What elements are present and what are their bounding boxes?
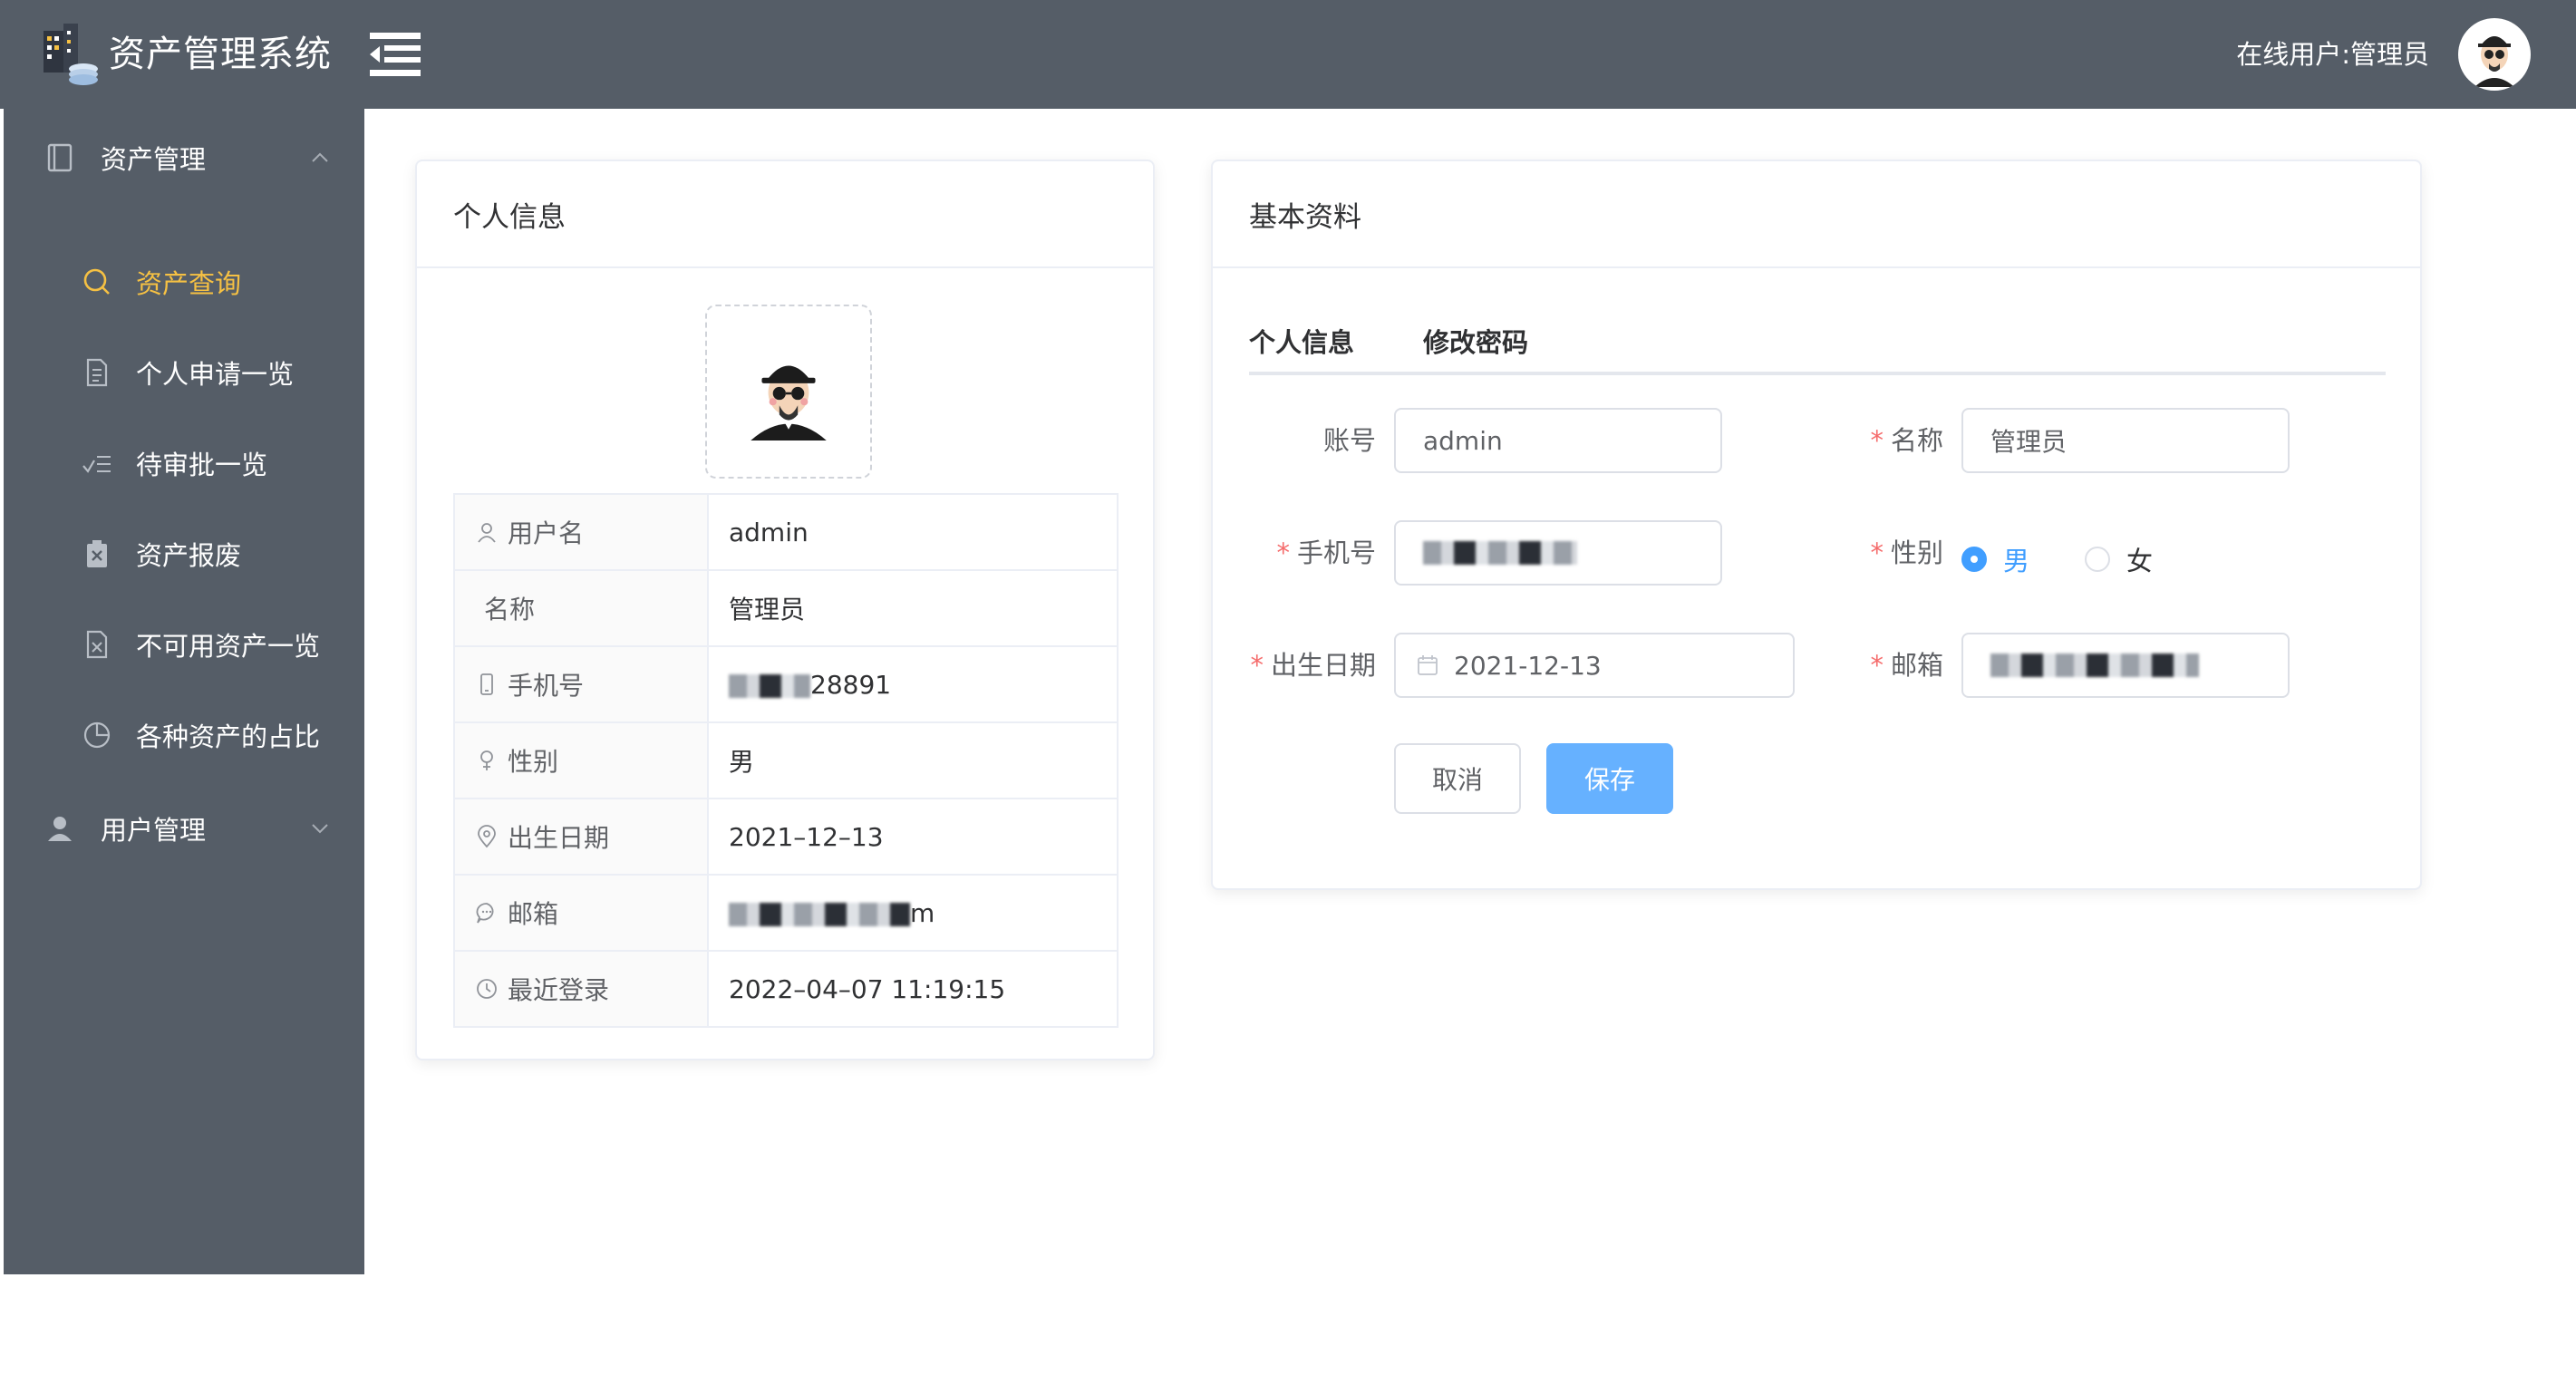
phone-label: * 手机号 — [1276, 537, 1376, 568]
table-row: 用户名 admin — [453, 493, 1119, 571]
top-header: 资产管理系统 在线用户:管理员 — [0, 0, 2576, 109]
basic-card-title: 基本资料 — [1213, 161, 2420, 268]
chevron-down-icon — [312, 824, 328, 834]
disabled-doc-icon — [86, 630, 108, 659]
profile-card: 个人信息 用户名 admin 名称 管理员 手机号 28891 性别 男 出生日… — [415, 160, 1155, 1060]
document-icon — [86, 358, 108, 387]
row-value: m — [707, 874, 1119, 952]
account-label: 账号 — [1322, 425, 1376, 456]
pie-chart-icon — [83, 721, 111, 749]
phone-icon — [480, 673, 493, 695]
sidebar-group-label: 资产管理 — [101, 144, 207, 175]
discard-icon — [87, 540, 107, 567]
table-row: 手机号 28891 — [453, 645, 1119, 723]
book-icon — [47, 143, 73, 172]
sidebar: 资产管理 资产查询 个人申请一览 待审批一览 资产报废 不可用资产一览 各种资产… — [4, 109, 364, 1274]
chevron-up-icon — [312, 152, 328, 162]
gender-label: * 性别 — [1870, 537, 1943, 568]
sidebar-item-label: 不可用资产一览 — [136, 631, 321, 662]
gender-radio-male[interactable]: 男 — [1961, 540, 2029, 578]
app-title: 资产管理系统 — [109, 34, 332, 75]
row-label: 名称 — [484, 595, 536, 624]
building-logo-icon — [44, 24, 98, 85]
redacted-phone-mask — [729, 673, 810, 698]
sidebar-item-label: 待审批一览 — [136, 450, 268, 480]
redacted-email-mask — [1990, 653, 2199, 677]
row-value: 2021–12–13 — [707, 798, 1119, 876]
row-value: 28891 — [707, 645, 1119, 723]
online-user-label: 在线用户:管理员 — [2236, 39, 2429, 70]
basic-info-card: 基本资料 个人信息 修改密码 账号 *名称 *手机号 *性别 男 女 *出生日期… — [1211, 160, 2422, 890]
avatar-face-icon — [2474, 36, 2514, 87]
checklist-icon — [82, 456, 111, 473]
birth-date-value: 2021-12-13 — [1454, 650, 1602, 681]
radio-checked-icon — [1961, 547, 1987, 572]
table-row: 出生日期 2021–12–13 — [453, 798, 1119, 876]
sidebar-item-asset-scrap[interactable]: 资产报废 — [4, 513, 364, 595]
row-value: 管理员 — [707, 569, 1119, 647]
email-label: * 邮箱 — [1870, 650, 1943, 681]
row-label: 最近登录 — [508, 975, 610, 1005]
search-icon — [83, 268, 110, 295]
row-label: 邮箱 — [508, 899, 559, 929]
name-label: * 名称 — [1870, 425, 1943, 456]
row-label: 用户名 — [508, 518, 585, 548]
table-row: 邮箱 m — [453, 874, 1119, 952]
sidebar-item-asset-ratio[interactable]: 各种资产的占比 — [4, 694, 364, 776]
row-value: 2022–04–07 11:19:15 — [707, 950, 1119, 1028]
sidebar-item-label: 个人申请一览 — [136, 359, 295, 390]
sidebar-item-pending-approval[interactable]: 待审批一览 — [4, 422, 364, 504]
user-icon — [48, 817, 72, 841]
profile-avatar[interactable] — [705, 305, 872, 479]
sidebar-item-label: 资产报废 — [136, 540, 242, 571]
email-input[interactable] — [1961, 633, 2290, 698]
profile-info-table: 用户名 admin 名称 管理员 手机号 28891 性别 男 出生日期 202… — [453, 493, 1119, 1028]
user-outline-icon — [478, 523, 496, 543]
save-button[interactable]: 保存 — [1546, 743, 1673, 814]
row-label: 出生日期 — [508, 823, 610, 853]
cancel-button[interactable]: 取消 — [1394, 743, 1521, 814]
tab-change-password[interactable]: 修改密码 — [1423, 321, 1528, 364]
phone-input[interactable] — [1394, 520, 1722, 586]
row-value: 男 — [707, 721, 1119, 799]
row-label: 性别 — [508, 747, 559, 777]
account-input[interactable] — [1394, 408, 1722, 473]
gender-radio-female[interactable]: 女 — [2085, 540, 2153, 578]
sidebar-group-user-management[interactable]: 用户管理 — [4, 783, 364, 874]
name-input[interactable] — [1961, 408, 2290, 473]
profile-card-title: 个人信息 — [417, 161, 1153, 268]
redacted-phone-mask — [1423, 541, 1577, 565]
avatar-face-icon — [751, 365, 827, 440]
birth-date-picker[interactable]: 2021-12-13 — [1394, 633, 1795, 698]
tab-personal-info[interactable]: 个人信息 — [1249, 321, 1354, 364]
table-row: 名称 管理员 — [453, 569, 1119, 647]
clock-icon — [477, 979, 497, 999]
table-row: 最近登录 2022–04–07 11:19:15 — [453, 950, 1119, 1028]
phone-visible-suffix: 28891 — [810, 669, 892, 700]
row-value: admin — [707, 493, 1119, 571]
sidebar-item-personal-applications[interactable]: 个人申请一览 — [4, 332, 364, 413]
sidebar-item-asset-query[interactable]: 资产查询 — [4, 241, 364, 323]
sidebar-item-label: 资产查询 — [136, 268, 242, 299]
calendar-icon — [1418, 655, 1438, 675]
sidebar-item-label: 各种资产的占比 — [136, 721, 321, 752]
birth-date-label: * 出生日期 — [1250, 650, 1376, 681]
table-row: 性别 男 — [453, 721, 1119, 799]
redacted-email-mask — [729, 902, 910, 926]
sidebar-group-asset-management[interactable]: 资产管理 — [4, 112, 364, 203]
form-tabs: 个人信息 修改密码 — [1249, 321, 2386, 375]
row-label: 手机号 — [508, 671, 585, 701]
gender-icon — [480, 750, 493, 770]
chat-icon — [476, 903, 494, 924]
sidebar-group-label: 用户管理 — [101, 815, 207, 846]
email-visible-suffix: m — [910, 897, 935, 928]
menu-fold-icon[interactable] — [370, 33, 421, 76]
user-avatar[interactable] — [2458, 18, 2531, 91]
radio-unchecked-icon — [2085, 547, 2110, 572]
location-icon — [478, 825, 496, 848]
sidebar-item-unavailable-assets[interactable]: 不可用资产一览 — [4, 604, 364, 685]
